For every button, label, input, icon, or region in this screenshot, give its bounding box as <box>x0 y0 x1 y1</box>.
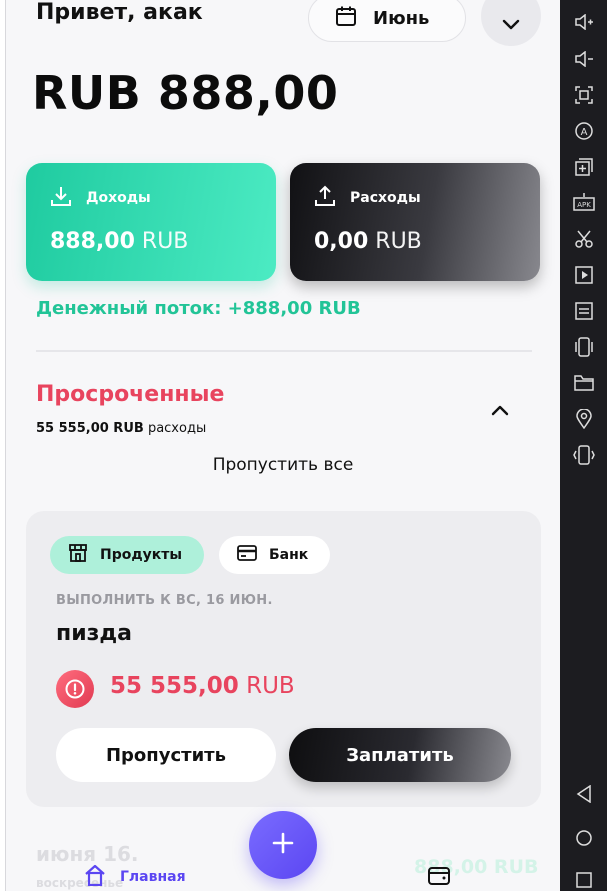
expense-currency: RUB <box>375 229 422 254</box>
section-divider <box>36 350 532 352</box>
greeting-title: Привет, акак <box>36 0 203 25</box>
overdue-total-amount: 55 555,00 RUB <box>36 421 144 436</box>
account-chip[interactable]: Банк <box>219 536 331 574</box>
overdue-bill-card: Продукты Банк ВЫПОЛНИТЬ К ВС, 16 ИЮН. пи… <box>26 511 541 807</box>
expense-card[interactable]: Расходы 0,00 RUB <box>290 163 540 281</box>
shake-icon[interactable] <box>560 332 607 362</box>
month-label: Июнь <box>373 7 430 29</box>
apk-install-icon[interactable]: APK <box>560 188 607 218</box>
income-amount: 888,00 <box>50 229 135 254</box>
collapse-overdue-button[interactable] <box>488 398 512 422</box>
screenshot-icon[interactable] <box>560 80 607 110</box>
skip-button[interactable]: Пропустить <box>56 728 276 782</box>
transfer-icon[interactable] <box>560 296 607 326</box>
account-label: Банк <box>269 547 309 563</box>
total-balance: RUB 888,00 <box>32 66 339 120</box>
bill-name: пизда <box>56 621 133 646</box>
expense-amount: 0,00 <box>314 229 369 254</box>
add-transaction-button[interactable] <box>249 811 317 879</box>
recent-apps-icon[interactable] <box>560 865 607 891</box>
plus-icon <box>272 832 294 858</box>
add-window-icon[interactable] <box>560 152 607 182</box>
overdue-section-title: Просроченные <box>36 382 225 407</box>
chevron-down-icon <box>502 0 520 35</box>
due-date-label: ВЫПОЛНИТЬ К ВС, 16 ИЮН. <box>56 593 273 608</box>
cut-icon[interactable] <box>560 224 607 254</box>
category-chip[interactable]: Продукты <box>50 536 205 574</box>
vibrate-icon[interactable] <box>560 440 607 470</box>
download-icon <box>50 185 72 211</box>
home-icon <box>84 864 106 890</box>
location-icon[interactable] <box>560 404 607 434</box>
category-label: Продукты <box>100 547 183 563</box>
folder-icon[interactable] <box>560 368 607 398</box>
back-icon[interactable] <box>560 779 607 809</box>
phone-screen: Привет, акак Июнь RUB 888,00 Доходы 888,… <box>6 0 560 891</box>
video-icon[interactable] <box>560 260 607 290</box>
emulator-toolbar: A APK <box>560 0 607 891</box>
volume-up-icon[interactable] <box>560 7 607 37</box>
calendar-icon <box>335 5 357 31</box>
pay-button[interactable]: Заплатить <box>289 728 511 782</box>
next-item-date: июня 16. <box>36 842 139 866</box>
wallet-icon <box>428 867 450 889</box>
income-card[interactable]: Доходы 888,00 RUB <box>26 163 276 281</box>
nav-home-label: Главная <box>120 869 186 885</box>
cash-flow-text: Денежный поток: +888,00 RUB <box>36 298 361 319</box>
nav-wallet[interactable] <box>428 865 450 889</box>
bill-amount-currency: RUB <box>246 673 295 699</box>
volume-down-icon[interactable] <box>560 44 607 74</box>
overdue-summary: 55 555,00 RUB расходы <box>36 421 206 436</box>
upload-icon <box>314 185 336 211</box>
alert-circle-icon <box>56 670 94 708</box>
credit-card-icon <box>237 545 257 565</box>
income-currency: RUB <box>141 229 189 254</box>
bill-amount-value: 55 555,00 <box>110 673 239 699</box>
svg-text:A: A <box>580 127 587 138</box>
chevron-up-icon <box>491 401 509 420</box>
rotate-icon[interactable]: A <box>560 116 607 146</box>
income-label: Доходы <box>86 190 151 206</box>
svg-text:APK: APK <box>577 201 591 209</box>
bill-amount: 55 555,00 RUB <box>110 673 295 699</box>
expense-label: Расходы <box>350 190 421 206</box>
home-button-icon[interactable] <box>560 823 607 853</box>
store-icon <box>68 543 88 567</box>
month-selector-button[interactable]: Июнь <box>308 0 466 42</box>
overdue-total-suffix: расходы <box>147 421 207 436</box>
expand-header-button[interactable] <box>481 0 541 46</box>
skip-all-button[interactable]: Пропустить все <box>6 455 560 475</box>
nav-home[interactable]: Главная <box>84 864 186 890</box>
